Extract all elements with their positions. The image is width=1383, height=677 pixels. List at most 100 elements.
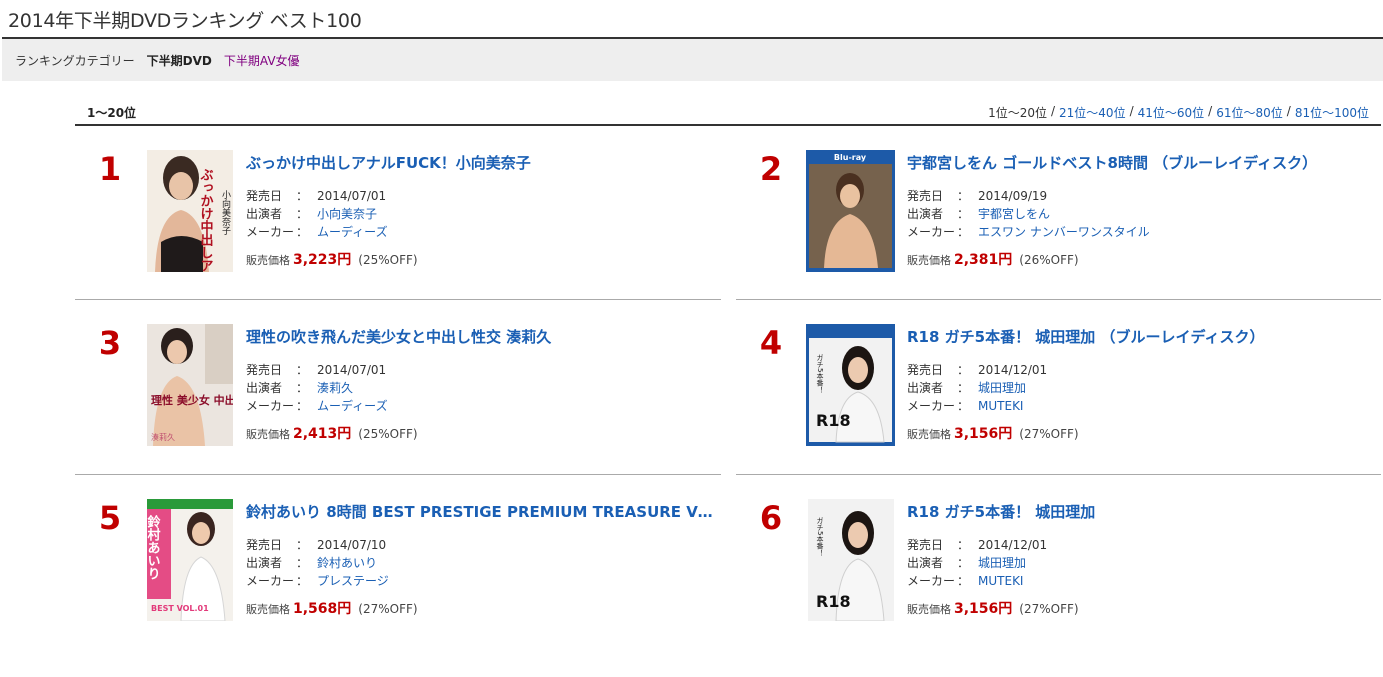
maker-label: メーカー	[907, 399, 956, 413]
price-value: 1,568円	[293, 601, 352, 617]
cast-link[interactable]: 城田理加	[978, 381, 1026, 395]
release-date: 2014/12/01	[978, 538, 1048, 552]
pager-separator: /	[1129, 104, 1134, 118]
colon: ：	[296, 225, 309, 239]
category-current: 下半期DVD	[146, 53, 212, 68]
rank-number: 6	[759, 499, 783, 537]
release-date: 2014/07/10	[317, 538, 387, 552]
rank-number: 3	[98, 324, 122, 362]
price-label: 販売価格	[246, 603, 290, 616]
price-row: 販売価格 2,381円 (26%OFF)	[907, 249, 1079, 269]
price-value: 2,381円	[954, 252, 1013, 268]
colon: ：	[296, 399, 309, 413]
pager-separator: /	[1286, 104, 1291, 118]
item-meta: 発売日： 2014/12/01 出演者：城田理加 メーカー： MUTEKI	[907, 536, 1047, 590]
maker-link[interactable]: ムーディーズ	[317, 399, 388, 413]
cover-name-text: 湊莉久	[151, 432, 175, 442]
cover-title-text: ぶっかけ中出しアナルFUCK	[198, 168, 215, 272]
release-label: 発売日	[907, 189, 944, 203]
release-date: 2014/09/19	[978, 189, 1048, 203]
release-date: 2014/07/01	[317, 189, 387, 203]
colon: ：	[957, 399, 970, 413]
maker-link[interactable]: プレステージ	[317, 574, 389, 588]
cast-link[interactable]: 宇都宮しをん	[978, 207, 1050, 221]
cover-thumbnail[interactable]: R18 ガチ5本番！	[806, 324, 895, 446]
item-title-link[interactable]: 宇都宮しをん ゴールドベスト8時間 （ブルーレイディスク）	[907, 152, 1377, 173]
item-title-link[interactable]: 理性の吹き飛んだ美少女と中出し性交 湊莉久	[246, 326, 716, 347]
discount-badge: (25%OFF)	[358, 253, 418, 267]
maker-link[interactable]: エスワン ナンバーワンスタイル	[978, 225, 1150, 239]
cast-link[interactable]: 鈴村あいり	[317, 556, 377, 570]
ranking-item: 3 理性 美少女 中出し性交 湊莉久 理性の吹き飛んだ美少女と中出し性交 湊莉久…	[75, 324, 721, 502]
colon: ：	[957, 574, 970, 588]
cast-label: 出演者	[246, 381, 283, 395]
rank-number: 1	[98, 150, 122, 188]
cast-label: 出演者	[246, 556, 283, 570]
cover-thumbnail[interactable]: Blu-ray	[806, 150, 895, 272]
maker-label: メーカー	[907, 574, 956, 588]
category-link-av-actress[interactable]: 下半期AV女優	[224, 52, 300, 69]
price-value: 3,156円	[954, 426, 1013, 442]
page-title: 2014年下半期DVDランキング ベスト100	[8, 10, 362, 32]
maker-label: メーカー	[246, 399, 295, 413]
cast-label: 出演者	[907, 381, 944, 395]
discount-badge: (27%OFF)	[1019, 427, 1079, 441]
colon: ：	[957, 556, 970, 570]
price-label: 販売価格	[907, 254, 951, 267]
ranking-item: 6 R18 ガチ5本番！ R18 ガチ5本番！ 城田理加 発売日 ： 2014/12…	[736, 499, 1382, 677]
cover-thumbnail[interactable]: 理性 美少女 中出し性交 湊莉久	[147, 324, 233, 446]
item-meta: 発売日： 2014/07/01 出演者：湊莉久 メーカー：ムーディーズ	[246, 361, 388, 415]
bluray-logo-text: Blu-ray	[834, 153, 867, 162]
cast-label: 出演者	[907, 556, 944, 570]
colon: ：	[296, 363, 309, 377]
row-divider	[75, 299, 721, 300]
pager-link-21-40[interactable]: 21位～40位	[1059, 104, 1126, 121]
item-meta: 発売日： 2014/09/19 出演者：宇都宮しをん メーカー：エスワン ナンバー…	[907, 187, 1150, 241]
price-row: 販売価格 3,156円 (27%OFF)	[907, 598, 1079, 618]
pager-link-61-80[interactable]: 61位～80位	[1216, 104, 1283, 121]
discount-badge: (27%OFF)	[358, 602, 418, 616]
price-label: 販売価格	[907, 428, 951, 441]
release-label: 発売日	[907, 363, 944, 377]
cover-thumbnail[interactable]: ぶっかけ中出しアナルFUCK 小向美奈子	[147, 150, 233, 272]
cover-name-text: 小向美奈子	[220, 190, 231, 235]
maker-link[interactable]: ムーディーズ	[317, 225, 388, 239]
rank-number: 4	[759, 324, 783, 362]
cast-label: 出演者	[907, 207, 944, 221]
cover-sub-text: BEST VOL.01	[151, 604, 209, 613]
cover-thumbnail[interactable]: R18 ガチ5本番！	[808, 499, 894, 621]
colon: ：	[296, 207, 309, 221]
item-title-link[interactable]: 鈴村あいり 8時間 BEST PRESTIGE PREMIUM TREASURE…	[246, 501, 716, 522]
ranking-item: 2 Blu-ray 宇都宮しをん ゴールドベスト8時間 （ブルーレイディスク） …	[736, 150, 1382, 328]
pager-link-41-60[interactable]: 41位～60位	[1138, 104, 1205, 121]
cast-link[interactable]: 城田理加	[978, 556, 1026, 570]
release-date: 2014/07/01	[317, 363, 387, 377]
rank-number: 2	[759, 150, 783, 188]
colon: ：	[957, 225, 970, 239]
price-value: 2,413円	[293, 426, 352, 442]
cover-sub-text: ガチ5本番！	[816, 517, 824, 556]
maker-link[interactable]: MUTEKI	[978, 399, 1023, 413]
item-title-link[interactable]: ぶっかけ中出しアナルFUCK！小向美奈子	[246, 152, 716, 173]
item-title-link[interactable]: R18 ガチ5本番！ 城田理加 （ブルーレイディスク）	[907, 326, 1377, 347]
cover-thumbnail[interactable]: 鈴村あいり BEST VOL.01	[147, 499, 233, 621]
colon: ：	[957, 189, 970, 203]
maker-link[interactable]: MUTEKI	[978, 574, 1023, 588]
pager-link-81-100[interactable]: 81位～100位	[1295, 104, 1369, 121]
row-divider	[75, 474, 721, 475]
range-heading: 1～20位	[87, 106, 137, 120]
colon: ：	[957, 207, 970, 221]
price-row: 販売価格 3,223円 (25%OFF)	[246, 249, 418, 269]
rank-number: 5	[98, 499, 122, 537]
colon: ：	[296, 381, 309, 395]
item-title-link[interactable]: R18 ガチ5本番！ 城田理加	[907, 501, 1377, 522]
cast-link[interactable]: 小向美奈子	[317, 207, 377, 221]
price-row: 販売価格 3,156円 (27%OFF)	[907, 423, 1079, 443]
cast-link[interactable]: 湊莉久	[317, 381, 353, 395]
colon: ：	[296, 556, 309, 570]
cover-sub-text: ガチ5本番！	[816, 354, 824, 393]
release-label: 発売日	[246, 189, 283, 203]
maker-label: メーカー	[246, 574, 295, 588]
category-bar: ランキングカテゴリー 下半期DVD 下半期AV女優	[2, 39, 1383, 81]
price-label: 販売価格	[907, 603, 951, 616]
